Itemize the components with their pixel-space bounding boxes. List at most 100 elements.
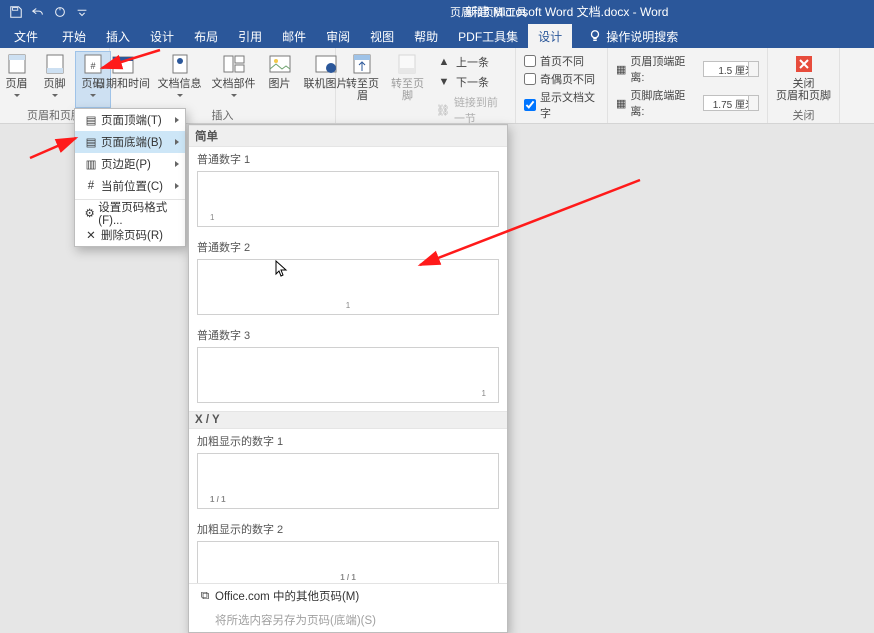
undo-icon[interactable] (30, 4, 46, 20)
close-hf-button[interactable]: 关闭 页眉和页脚 (774, 52, 834, 107)
gallery-item-plain1-label: 普通数字 1 (189, 147, 507, 167)
prev-icon: ▲ (436, 54, 452, 70)
tell-me-label: 操作说明搜索 (606, 28, 678, 45)
gallery-office-more[interactable]: ⧉Office.com 中的其他页码(M) (189, 584, 507, 608)
picture-icon (268, 52, 292, 76)
gallery-item-plain3[interactable]: 1 (197, 347, 499, 403)
gallery-item-bold1[interactable]: 1 / 1 (197, 453, 499, 509)
lightbulb-icon (588, 29, 602, 43)
gallery-category-simple: 简单 (189, 125, 507, 147)
format-icon: ⚙ (81, 206, 98, 220)
save-icon[interactable] (8, 4, 24, 20)
goto-footer-label: 转至页脚 (387, 78, 428, 102)
tab-insert[interactable]: 插入 (96, 24, 140, 48)
gallery-item-plain1[interactable]: 1 (197, 171, 499, 227)
footer-button[interactable]: 页脚 (38, 52, 72, 107)
gallery-item-bold2[interactable]: 1 / 1 (197, 541, 499, 583)
group-close: 关闭 页眉和页脚 关闭 (768, 48, 840, 123)
goto-header-button[interactable]: 转至页眉 (342, 52, 383, 128)
tab-mailings[interactable]: 邮件 (272, 24, 316, 48)
goto-header-icon (350, 52, 374, 76)
page-number-menu: ▤页面顶端(T) ▤页面底端(B) ▥页边距(P) #当前位置(C) ⚙设置页码… (74, 108, 186, 247)
tab-help[interactable]: 帮助 (404, 24, 448, 48)
group-position: ▦页眉顶端距离:1.5 厘米 ▦页脚底端距离:1.75 厘米 ⇥插入对齐制表位 … (608, 48, 768, 123)
header-top-icon: ▦ (616, 63, 626, 76)
previous-section-button[interactable]: ▲上一条 (432, 52, 509, 72)
gallery-item-bold1-label: 加粗显示的数字 1 (189, 429, 507, 449)
menu-current-position[interactable]: #当前位置(C) (75, 175, 185, 197)
footer-icon (43, 52, 67, 76)
doc-info-button[interactable]: 文档信息 (155, 52, 205, 107)
pictures-button[interactable]: 图片 (263, 52, 297, 107)
tab-view[interactable]: 视图 (360, 24, 404, 48)
tab-home[interactable]: 开始 (52, 24, 96, 48)
calendar-icon (111, 52, 135, 76)
doc-info-label: 文档信息 (158, 78, 202, 90)
menu-page-margins[interactable]: ▥页边距(P) (75, 153, 185, 175)
tab-references[interactable]: 引用 (228, 24, 272, 48)
menu-page-bottom[interactable]: ▤页面底端(B) (75, 131, 185, 153)
first-diff-label: 首页不同 (540, 53, 584, 69)
first-page-different-checkbox[interactable]: 首页不同 (522, 52, 601, 70)
tab-layout[interactable]: 布局 (184, 24, 228, 48)
goto-footer-button[interactable]: 转至页脚 (387, 52, 428, 128)
menu-format-page-number[interactable]: ⚙设置页码格式(F)... (75, 202, 185, 224)
menu-page-top[interactable]: ▤页面顶端(T) (75, 109, 185, 131)
quick-access-toolbar (0, 4, 90, 20)
gallery-item-bold2-label: 加粗显示的数字 2 (189, 517, 507, 537)
tab-review[interactable]: 审阅 (316, 24, 360, 48)
doc-parts-icon (222, 52, 246, 76)
online-picture-icon (314, 52, 338, 76)
footer-bottom-spinner[interactable]: 1.75 厘米 (703, 95, 759, 111)
gallery-item-plain2-label: 普通数字 2 (189, 235, 507, 255)
menu-page-top-label: 页面顶端(T) (101, 112, 162, 128)
next-section-button[interactable]: ▼下一条 (432, 72, 509, 92)
redo-icon[interactable] (52, 4, 68, 20)
tell-me-search[interactable]: 操作说明搜索 (588, 24, 678, 48)
tab-design[interactable]: 设计 (140, 24, 184, 48)
tab-pdf[interactable]: PDF工具集 (448, 24, 528, 48)
close-icon (792, 52, 816, 76)
gallery-item-plain3-label: 普通数字 3 (189, 323, 507, 343)
remove-icon: ✕ (81, 228, 101, 242)
gallery-item-plain2[interactable]: 1 (197, 259, 499, 315)
link-previous-label: 链接到前一节 (454, 94, 505, 126)
date-time-button[interactable]: 日期和时间 (95, 52, 151, 107)
menu-remove-label: 删除页码(R) (101, 227, 163, 243)
doc-info-icon (168, 52, 192, 76)
show-doc-text-checkbox[interactable]: 显示文档文字 (522, 88, 601, 122)
tab-hf-design[interactable]: 设计 (528, 24, 572, 48)
menu-remove-page-number[interactable]: ✕删除页码(R) (75, 224, 185, 246)
link-previous-button: ⛓链接到前一节 (432, 92, 509, 128)
contextual-tab-title: 页眉和页脚工具 (450, 0, 527, 24)
doc-parts-button[interactable]: 文档部件 (209, 52, 259, 107)
footer-label: 页脚 (44, 78, 66, 90)
tab-file[interactable]: 文件 (0, 24, 52, 48)
odd-even-different-checkbox[interactable]: 奇偶页不同 (522, 70, 601, 88)
close-hf-label: 关闭 页眉和页脚 (776, 78, 831, 102)
gallery-category-xy: X / Y (189, 411, 507, 429)
odd-even-label: 奇偶页不同 (540, 71, 595, 87)
group-options: 首页不同 奇偶页不同 显示文档文字 选项 (516, 48, 608, 123)
previous-label: 上一条 (456, 54, 489, 70)
header-top-spinner[interactable]: 1.5 厘米 (703, 61, 759, 77)
link-icon: ⛓ (436, 102, 450, 118)
header-icon (5, 52, 29, 76)
header-button[interactable]: 页眉 (0, 52, 34, 107)
pictures-label: 图片 (269, 78, 291, 90)
ribbon-tabs: 文件 开始 插入 设计 布局 引用 邮件 审阅 视图 帮助 PDF工具集 设计 … (0, 24, 874, 48)
page-margins-icon: ▥ (81, 157, 101, 171)
current-pos-icon: # (81, 180, 101, 192)
gallery-save-selection[interactable]: 将所选内容另存为页码(底端)(S) (189, 608, 507, 632)
gallery-office-more-label: Office.com 中的其他页码(M) (215, 588, 359, 604)
footer-bottom-icon: ▦ (616, 97, 626, 110)
menu-current-label: 当前位置(C) (101, 178, 163, 194)
goto-footer-icon (395, 52, 419, 76)
qat-customize-icon[interactable] (74, 4, 90, 20)
menu-page-margins-label: 页边距(P) (101, 156, 151, 172)
date-time-label: 日期和时间 (95, 78, 150, 90)
doc-parts-label: 文档部件 (212, 78, 256, 90)
mouse-cursor-icon (275, 260, 289, 278)
page-top-icon: ▤ (81, 113, 101, 127)
group-label-close: 关闭 (793, 107, 815, 123)
